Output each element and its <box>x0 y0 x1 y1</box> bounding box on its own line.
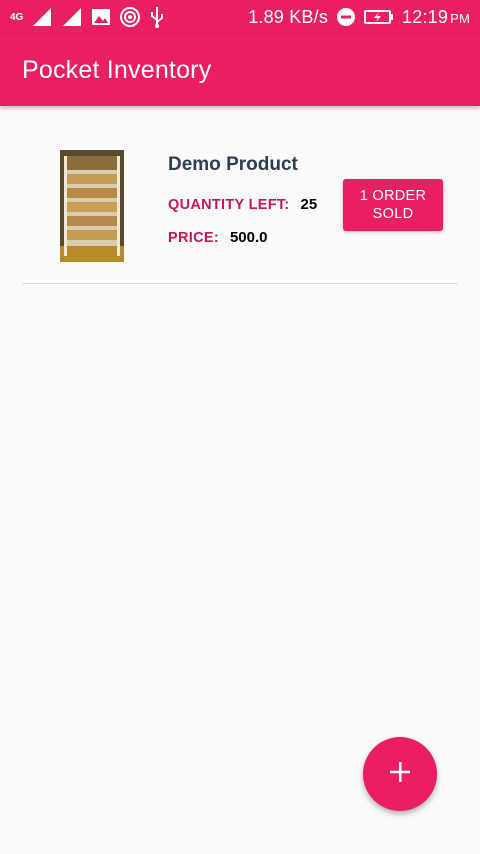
order-sold-button[interactable]: 1 ORDER SOLD <box>343 179 443 231</box>
status-icons-left: 4G <box>10 6 165 28</box>
product-list: Demo Product QUANTITY LEFT: 25 PRICE: 50… <box>0 106 480 284</box>
add-product-button[interactable] <box>363 737 437 811</box>
price-row: PRICE: 500.0 <box>168 229 268 246</box>
usb-icon <box>149 6 165 28</box>
product-name: Demo Product <box>168 154 298 175</box>
image-icon <box>91 7 111 27</box>
do-not-disturb-icon <box>336 7 356 27</box>
battery-charging-icon <box>364 9 394 25</box>
clock-ampm: PM <box>450 10 470 26</box>
signal-icon <box>31 7 53 27</box>
product-image <box>60 150 124 262</box>
plus-icon <box>389 761 411 788</box>
status-icons-right: 1.89 KB/s 12:19 PM <box>248 7 470 28</box>
quantity-label: QUANTITY LEFT: <box>168 196 290 213</box>
network-type-icon: 4G <box>10 11 24 23</box>
price-label: PRICE: <box>168 229 219 246</box>
page-title: Pocket Inventory <box>22 55 212 84</box>
network-type-label: 4G <box>10 11 24 23</box>
hotspot-icon <box>119 6 141 28</box>
app-bar: Pocket Inventory <box>0 34 480 106</box>
status-bar: 4G 1.89 KB/s 12:19 PM <box>0 0 480 34</box>
quantity-row: QUANTITY LEFT: 25 <box>168 196 317 213</box>
clock-time: 12:19 <box>402 6 449 27</box>
quantity-value: 25 <box>300 196 318 213</box>
list-item[interactable]: Demo Product QUANTITY LEFT: 25 PRICE: 50… <box>22 106 458 284</box>
signal-icon <box>61 7 83 27</box>
data-speed: 1.89 KB/s <box>248 6 329 27</box>
price-value: 500.0 <box>229 229 268 246</box>
clock: 12:19 PM <box>402 7 470 28</box>
